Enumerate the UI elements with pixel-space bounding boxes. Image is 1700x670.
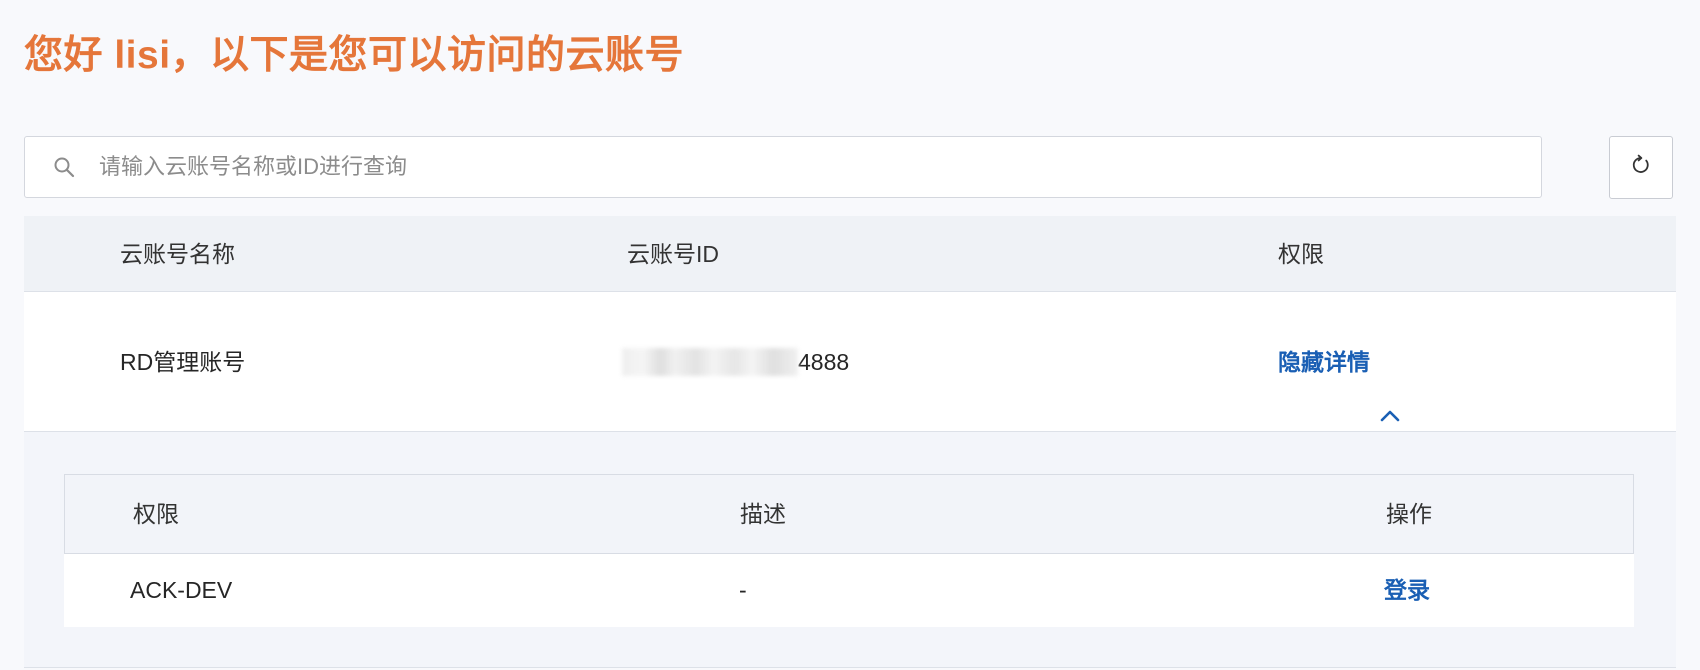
account-id: 4888: [622, 292, 849, 432]
permission-name: ACK-DEV: [130, 577, 233, 603]
chevron-up-icon: [1378, 350, 1402, 422]
permissions-table-header: 权限 描述 操作: [64, 474, 1634, 554]
masked-id-block: [622, 347, 798, 376]
search-bar[interactable]: [24, 136, 1542, 198]
permission-cell: 隐藏详情: [1278, 292, 1402, 432]
refresh-button[interactable]: [1609, 136, 1673, 199]
column-header-action: 操作: [1386, 501, 1432, 527]
accounts-table-header: 云账号名称 云账号ID 权限: [24, 216, 1676, 292]
column-header-account-name: 云账号名称: [120, 241, 235, 267]
permission-description: -: [739, 577, 747, 603]
refresh-icon: [1630, 154, 1652, 181]
account-access-page: 您好 lisi，以下是您可以访问的云账号 云账号名称 云账号ID 权限 RD管理…: [0, 0, 1700, 670]
account-details-panel: 权限 描述 操作 ACK-DEV - 登录: [24, 432, 1676, 668]
login-link[interactable]: 登录: [1384, 554, 1430, 627]
column-header-description: 描述: [740, 501, 786, 527]
column-header-permission: 权限: [1278, 241, 1324, 267]
hide-details-toggle[interactable]: 隐藏详情: [1278, 292, 1402, 432]
table-row: RD管理账号 4888 隐藏详情: [24, 292, 1676, 432]
account-name: RD管理账号: [120, 349, 246, 375]
column-header-account-id: 云账号ID: [627, 241, 719, 267]
search-icon: [51, 154, 77, 180]
permissions-table: 权限 描述 操作 ACK-DEV - 登录: [64, 474, 1634, 627]
hide-details-label: 隐藏详情: [1278, 349, 1370, 375]
table-row: ACK-DEV - 登录: [64, 554, 1634, 627]
search-input[interactable]: [97, 137, 1541, 197]
page-title: 您好 lisi，以下是您可以访问的云账号: [24, 34, 685, 77]
account-id-suffix: 4888: [798, 349, 850, 375]
column-header-permission: 权限: [133, 501, 179, 527]
